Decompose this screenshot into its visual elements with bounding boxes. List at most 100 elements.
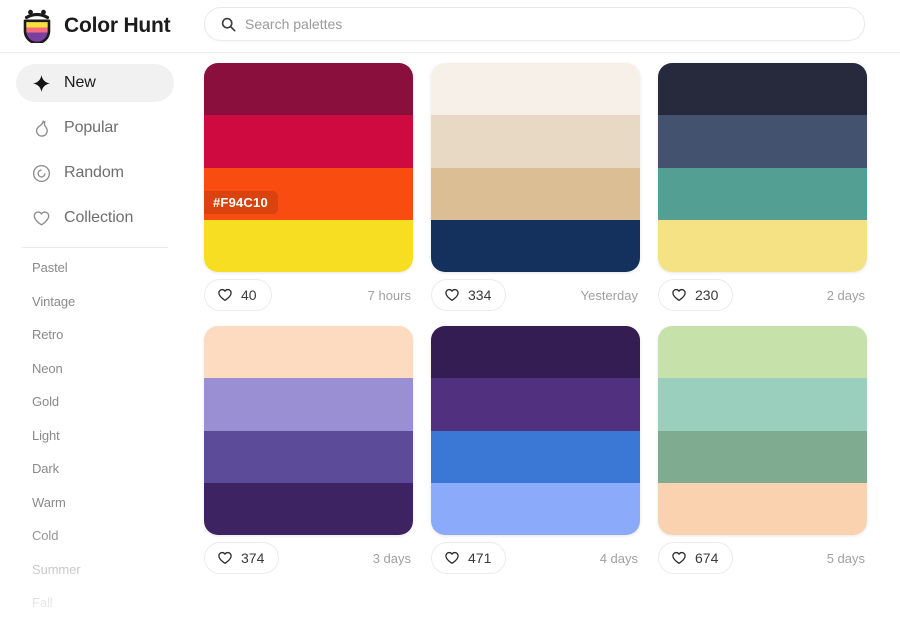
color-band[interactable] <box>431 326 640 379</box>
tag-item-vintage[interactable]: Vintage <box>32 294 190 314</box>
palette-timestamp: 2 days <box>826 287 865 303</box>
color-band[interactable] <box>658 482 867 535</box>
like-count: 40 <box>241 287 257 303</box>
color-band[interactable] <box>431 219 640 272</box>
sidebar-item-new[interactable]: New <box>16 64 174 102</box>
color-band[interactable] <box>658 219 867 272</box>
palette-card[interactable]: 230 2 days <box>658 63 867 318</box>
brand-name: Color Hunt <box>64 14 171 37</box>
tag-item-fall[interactable]: Fall <box>32 595 190 615</box>
tag-item-warm[interactable]: Warm <box>32 495 190 515</box>
like-count: 674 <box>695 550 719 566</box>
palette-swatches[interactable] <box>431 326 640 535</box>
palette-meta: 674 5 days <box>658 535 867 581</box>
color-band[interactable] <box>204 219 413 272</box>
tag-list: Pastel Vintage Retro Neon Gold Light Dar… <box>0 260 190 621</box>
palette-timestamp: 4 days <box>599 550 638 566</box>
brand[interactable]: Color Hunt <box>21 9 196 43</box>
heart-icon <box>672 288 686 301</box>
like-button[interactable]: 334 <box>431 279 507 311</box>
tag-item-gold[interactable]: Gold <box>32 394 190 414</box>
palette-meta: 334 Yesterday <box>431 272 640 318</box>
color-band[interactable] <box>658 430 867 483</box>
color-band[interactable] <box>658 115 867 168</box>
color-band[interactable] <box>431 115 640 168</box>
heart-icon <box>218 288 232 301</box>
color-band[interactable] <box>658 167 867 220</box>
palette-swatches[interactable] <box>658 326 867 535</box>
sidebar-item-collection[interactable]: Collection <box>16 199 174 237</box>
color-band[interactable] <box>431 63 640 116</box>
like-button[interactable]: 40 <box>204 279 272 311</box>
tag-item-retro[interactable]: Retro <box>32 327 190 347</box>
palette-swatches[interactable] <box>431 63 640 272</box>
palette-timestamp: Yesterday <box>580 287 638 303</box>
heart-icon <box>445 551 459 564</box>
color-band[interactable] <box>204 482 413 535</box>
palette-card[interactable]: 334 Yesterday <box>431 63 640 318</box>
color-band[interactable] <box>431 430 640 483</box>
palette-timestamp: 5 days <box>826 550 865 566</box>
color-band[interactable]: #F94C10 <box>204 167 413 220</box>
search-icon <box>221 17 236 31</box>
color-band[interactable] <box>204 115 413 168</box>
palette-timestamp: 7 hours <box>367 287 411 303</box>
palette-grid: #F94C10 40 7 hours 334 Yesterday 230 2 days 374… <box>204 63 868 581</box>
like-button[interactable]: 674 <box>658 542 734 574</box>
color-band[interactable] <box>204 430 413 483</box>
colorhunt-logo-icon <box>23 9 51 43</box>
palette-grid-region: #F94C10 40 7 hours 334 Yesterday 230 2 days 374… <box>190 53 900 606</box>
like-button[interactable]: 374 <box>204 542 280 574</box>
tag-item-summer[interactable]: Summer <box>32 562 190 582</box>
color-band[interactable] <box>658 326 867 379</box>
color-band[interactable] <box>204 63 413 116</box>
palette-swatches[interactable]: #F94C10 <box>204 63 413 272</box>
like-button[interactable]: 471 <box>431 542 507 574</box>
sidebar-item-label: Random <box>64 164 124 181</box>
palette-meta: 374 3 days <box>204 535 413 581</box>
like-count: 230 <box>695 287 719 303</box>
heart-icon <box>445 288 459 301</box>
sparkle-icon <box>32 74 51 92</box>
sidebar-divider <box>22 247 168 248</box>
tag-item-light[interactable]: Light <box>32 428 190 448</box>
sidebar-item-label: New <box>64 74 96 91</box>
color-band[interactable] <box>431 167 640 220</box>
palette-meta: 230 2 days <box>658 272 867 318</box>
sidebar-item-popular[interactable]: Popular <box>16 109 174 147</box>
search-input[interactable] <box>245 16 848 32</box>
palette-card[interactable]: 674 5 days <box>658 326 867 581</box>
heart-icon <box>672 551 686 564</box>
palette-card[interactable]: 374 3 days <box>204 326 413 581</box>
color-band[interactable] <box>431 378 640 431</box>
flame-icon <box>35 119 48 137</box>
like-count: 374 <box>241 550 265 566</box>
search-bar[interactable] <box>204 7 865 41</box>
palette-meta: 40 7 hours <box>204 272 413 318</box>
color-band[interactable] <box>658 378 867 431</box>
like-button[interactable]: 230 <box>658 279 734 311</box>
color-band[interactable] <box>204 378 413 431</box>
palette-swatches[interactable] <box>658 63 867 272</box>
palette-meta: 471 4 days <box>431 535 640 581</box>
tag-item-neon[interactable]: Neon <box>32 361 190 381</box>
palette-timestamp: 3 days <box>372 550 411 566</box>
heart-icon <box>218 551 232 564</box>
sidebar: New Popular Random Collection Pastel Vin… <box>0 53 190 621</box>
spiral-icon <box>32 164 51 182</box>
color-band[interactable] <box>431 482 640 535</box>
tag-item-dark[interactable]: Dark <box>32 461 190 481</box>
tag-item-cold[interactable]: Cold <box>32 528 190 548</box>
palette-card[interactable]: #F94C10 40 7 hours <box>204 63 413 318</box>
hex-code-label: #F94C10 <box>204 190 278 214</box>
palette-card[interactable]: 471 4 days <box>431 326 640 581</box>
sidebar-item-label: Collection <box>64 209 134 226</box>
app-header: Color Hunt <box>0 0 900 53</box>
color-band[interactable] <box>204 326 413 379</box>
palette-swatches[interactable] <box>204 326 413 535</box>
tag-item-pastel[interactable]: Pastel <box>32 260 190 280</box>
sidebar-item-random[interactable]: Random <box>16 154 174 192</box>
color-band[interactable] <box>658 63 867 116</box>
heart-icon <box>33 210 50 225</box>
sidebar-item-label: Popular <box>64 119 119 136</box>
